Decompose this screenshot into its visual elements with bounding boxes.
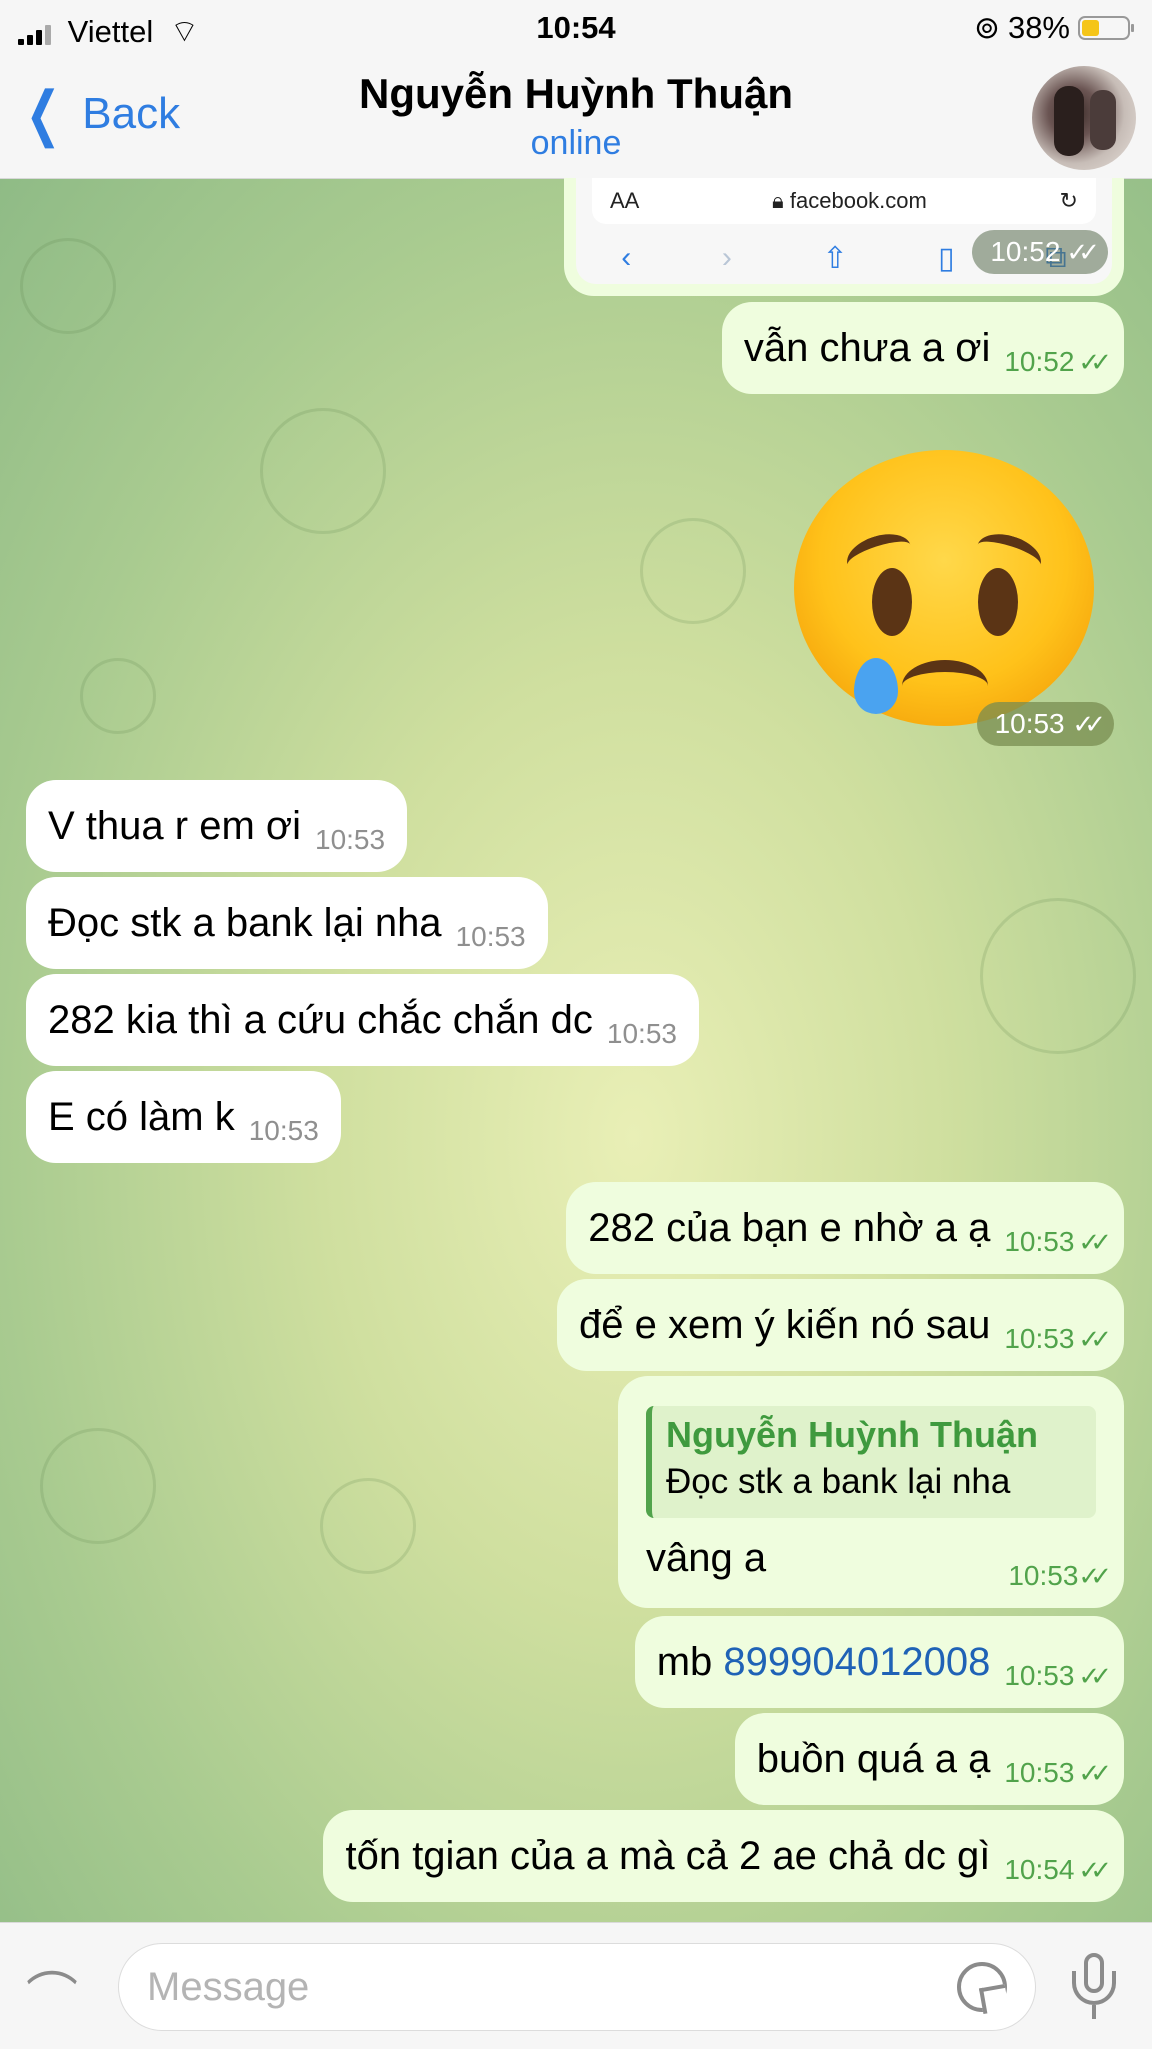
- url-text-wrap: 🔒︎ facebook.com: [772, 188, 927, 214]
- chat-status: online: [530, 124, 622, 162]
- message-outgoing-reply[interactable]: Nguyễn Huỳnh Thuận Đọc stk a bank lại nh…: [618, 1376, 1124, 1608]
- read-check-icon: ✓✓: [1078, 1323, 1111, 1354]
- read-check-icon: ✓✓: [1078, 1854, 1111, 1885]
- read-check-icon: ✓✓: [1078, 1660, 1111, 1691]
- message-time: 10:53: [455, 921, 526, 952]
- message-input[interactable]: Message: [118, 1943, 1036, 2031]
- wallpaper-doodle: [20, 238, 116, 334]
- battery-percent: 38%: [1007, 10, 1070, 45]
- message-text: V thua r em ơi: [48, 803, 301, 848]
- message-outgoing[interactable]: 282 của bạn e nhờ a ạ 10:53 ✓✓: [566, 1182, 1124, 1274]
- safari-url-bar: AA 🔒︎ facebook.com ↻: [592, 178, 1096, 224]
- emoji-eye: [978, 568, 1018, 636]
- reload-icon: ↻: [1059, 188, 1078, 213]
- message-outgoing[interactable]: mb 899904012008 10:53 ✓✓: [634, 1616, 1124, 1708]
- wallpaper-doodle: [640, 518, 746, 624]
- message-time: 10:54 ✓✓: [1004, 1854, 1111, 1886]
- reply-quote[interactable]: Nguyễn Huỳnh Thuận Đọc stk a bank lại nh…: [646, 1406, 1096, 1518]
- microphone-icon[interactable]: [1066, 1953, 1122, 2023]
- message-time: 10:53: [606, 1018, 677, 1049]
- status-right: ⊚ 38%: [973, 10, 1134, 46]
- sad-face-sticker[interactable]: [794, 450, 1094, 726]
- message-text: 282 của bạn e nhờ a ạ: [588, 1205, 991, 1250]
- message-text: mb 899904012008: [657, 1640, 991, 1685]
- sticker-timestamp: 10:53 ✓✓: [976, 702, 1114, 746]
- message-time: 10:52 ✓✓: [1004, 346, 1111, 378]
- emoji-mouth: [902, 660, 988, 712]
- message-time: 10:53✓✓: [1004, 1323, 1111, 1355]
- message-incoming[interactable]: Đọc stk a bank lại nha 10:53: [26, 877, 548, 969]
- message-prefix: mb: [656, 1639, 724, 1684]
- chevron-right-icon: ›: [721, 241, 732, 274]
- media-timestamp: 10:52 ✓✓: [972, 230, 1108, 274]
- message-text: vâng a: [646, 1536, 767, 1580]
- emoji-eye: [872, 568, 912, 636]
- message-time: 10:53✓✓: [1004, 1660, 1111, 1692]
- battery-icon: [1078, 16, 1134, 40]
- message-incoming[interactable]: 282 kia thì a cứu chắc chắn dc 10:53: [26, 974, 699, 1066]
- message-time: 10:53: [248, 1115, 319, 1146]
- message-incoming[interactable]: E có làm k 10:53: [26, 1071, 341, 1163]
- message-time: 10:53: [315, 824, 386, 855]
- message-text: để e xem ý kiến nó sau: [578, 1302, 991, 1347]
- attach-icon[interactable]: ⌒: [26, 1955, 86, 2027]
- time-text: 10:53: [1004, 1323, 1075, 1354]
- reply-author: Nguyễn Huỳnh Thuận: [666, 1414, 1038, 1455]
- message-text: vẫn chưa a ơi: [743, 325, 991, 370]
- message-text: E có làm k: [48, 1094, 235, 1139]
- message-input-bar: ⌒ Message: [0, 1922, 1152, 2049]
- chat-title[interactable]: Nguyễn Huỳnh Thuận: [0, 70, 1152, 118]
- status-bar: Viettel ⌔ 10:54 ⊚ 38%: [0, 0, 1152, 58]
- chevron-left-icon: ‹: [621, 241, 632, 274]
- time-text: 10:53: [1004, 1757, 1075, 1788]
- message-incoming[interactable]: V thua r em ơi 10:53: [26, 780, 408, 872]
- read-check-icon: ✓✓: [1078, 1757, 1111, 1788]
- wallpaper-doodle: [320, 1478, 416, 1574]
- orientation-lock-icon: ⊚: [973, 10, 1000, 45]
- url-text: facebook.com: [789, 188, 927, 213]
- message-time: 10:53✓✓: [1008, 1560, 1111, 1592]
- wallpaper-doodle: [80, 658, 156, 734]
- message-outgoing[interactable]: buồn quá a ạ 10:53 ✓✓: [734, 1713, 1124, 1805]
- lock-icon: 🔒︎: [772, 188, 784, 213]
- message-text: buồn quá a ạ: [756, 1736, 991, 1781]
- time-text: 10:54: [1004, 1854, 1075, 1885]
- wallpaper-doodle: [40, 1428, 156, 1544]
- message-text: tốn tgian của a mà cả 2 ae chả dc gì: [345, 1833, 991, 1878]
- read-check-icon: ✓✓: [1066, 236, 1099, 267]
- message-text: 282 kia thì a cứu chắc chắn dc: [48, 997, 593, 1042]
- read-check-icon: ✓✓: [1078, 1561, 1111, 1591]
- time-text: 10:53: [994, 708, 1065, 739]
- time-text: 10:53: [1004, 1660, 1075, 1691]
- read-check-icon: ✓✓: [1072, 709, 1105, 739]
- time-text: 10:52: [1004, 346, 1075, 377]
- message-outgoing[interactable]: tốn tgian của a mà cả 2 ae chả dc gì 10:…: [323, 1810, 1124, 1902]
- time-text: 10:53: [1004, 1226, 1075, 1257]
- message-placeholder: Message: [147, 1964, 310, 2009]
- read-check-icon: ✓✓: [1078, 346, 1111, 377]
- bookmarks-icon: ▯: [938, 241, 955, 275]
- share-icon: ⇧: [822, 241, 848, 275]
- chat-header: ❮ Back Nguyễn Huỳnh Thuận online: [0, 58, 1152, 179]
- message-time: 10:53✓✓: [1004, 1226, 1111, 1258]
- wallpaper-doodle: [980, 898, 1136, 1054]
- time-text: 10:53: [1008, 1560, 1079, 1591]
- message-time: 10:53✓✓: [1004, 1757, 1111, 1789]
- message-outgoing[interactable]: vẫn chưa a ơi 10:52 ✓✓: [721, 302, 1124, 394]
- media-time-text: 10:52: [990, 236, 1061, 267]
- message-outgoing[interactable]: để e xem ý kiến nó sau 10:53 ✓✓: [556, 1279, 1124, 1371]
- sticker-icon[interactable]: [957, 1962, 1007, 2012]
- account-number-link[interactable]: 899904012008: [723, 1640, 990, 1684]
- read-check-icon: ✓✓: [1078, 1226, 1111, 1257]
- aa-label: AA: [610, 188, 640, 213]
- avatar[interactable]: [1032, 66, 1136, 170]
- reply-text: Đọc stk a bank lại nha: [666, 1462, 1011, 1501]
- tear-drop-icon: [854, 658, 898, 714]
- message-text: Đọc stk a bank lại nha: [48, 900, 442, 945]
- wallpaper-doodle: [260, 408, 386, 534]
